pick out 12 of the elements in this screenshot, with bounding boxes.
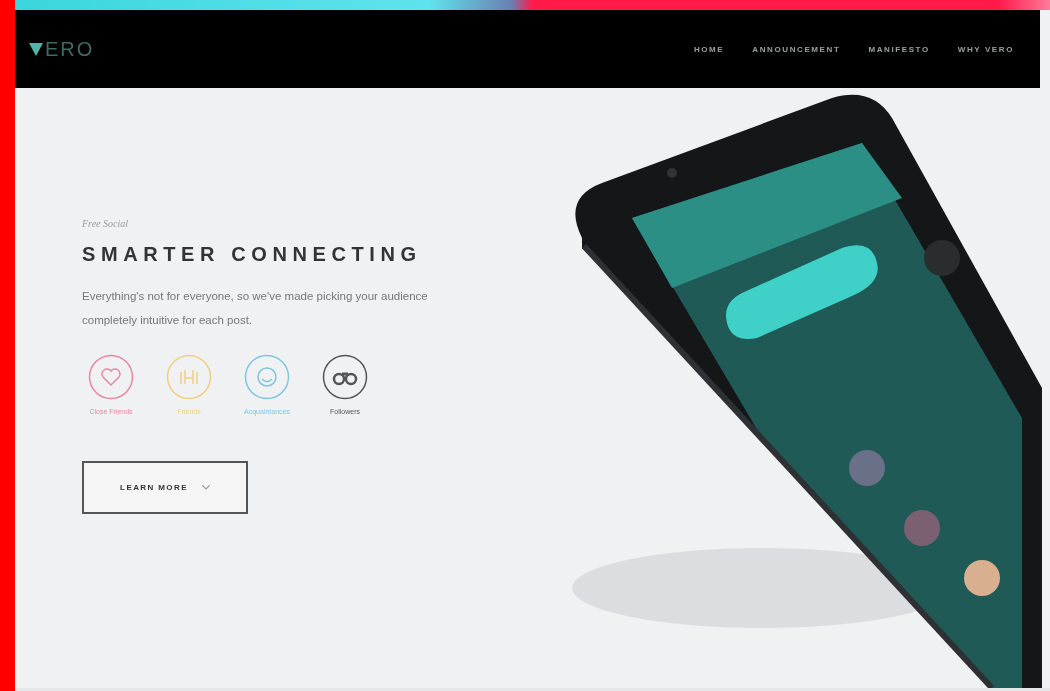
nav-link[interactable]: ANNOUNCEMENT [752,44,841,54]
caret-icon [201,485,210,490]
eyebrow-text: Free Social [82,218,129,229]
nav-link[interactable]: HOME [693,44,725,54]
triangle-icon [29,42,43,56]
nav-link[interactable]: MANIFESTO [868,44,930,54]
logo[interactable]: ERO [29,37,95,61]
learn-more-button[interactable]: LEARN MORE [82,461,248,514]
hero-title: SMARTER CONNECTING [82,243,423,266]
nav-link[interactable]: WHY VERO [957,44,1014,54]
audience-icon[interactable] [322,354,368,400]
hero-description: Everything's not for everyone, so we've made picking your audience completely intuitive for each post. [82,289,429,328]
